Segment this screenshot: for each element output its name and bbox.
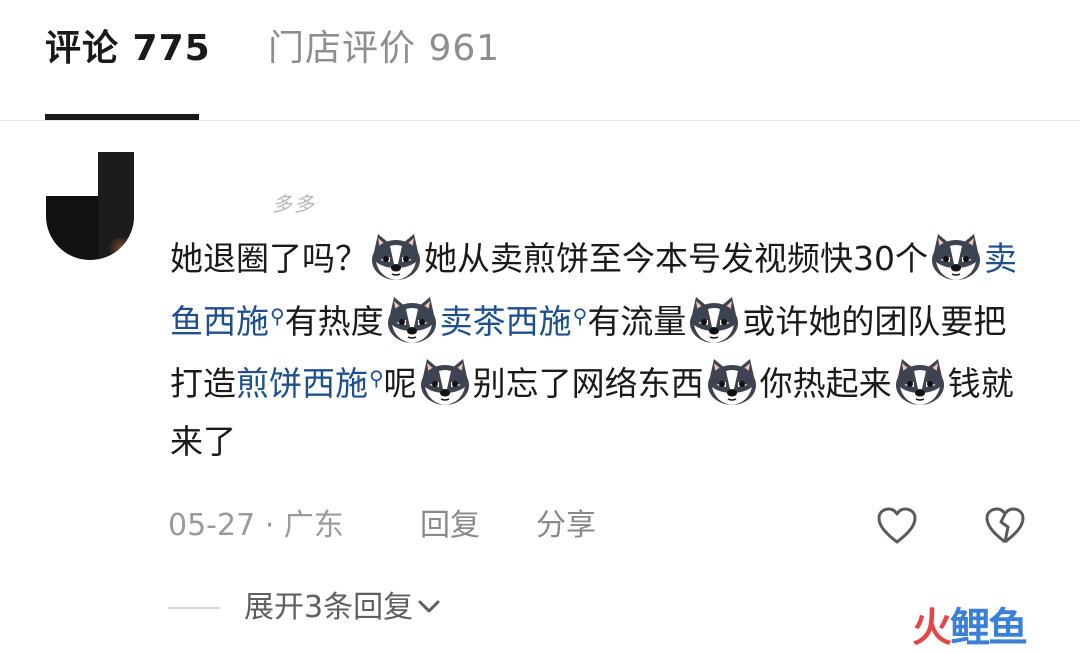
expand-replies-button[interactable]: 展开3条回复	[244, 586, 441, 630]
husky-emoji	[928, 230, 984, 282]
comment-text-segment: 你热起来	[759, 364, 892, 403]
comment-text-segment: 她退圈了吗？	[170, 239, 368, 278]
tab-comments[interactable]: 评论 775	[45, 24, 211, 74]
husky-emoji	[417, 355, 473, 407]
comment-text-segment: 别忘了网络东西	[472, 364, 704, 403]
search-icon: ⚲	[270, 303, 285, 328]
comment-text-segment: 有热度	[284, 301, 384, 341]
watermark-logo: 火鲤鱼	[912, 605, 1028, 651]
username[interactable]: 多多	[272, 188, 316, 217]
divider	[168, 607, 220, 609]
husky-emoji	[686, 293, 742, 345]
husky-emoji	[368, 230, 424, 282]
search-keyword-link[interactable]: 煎饼西施⚲	[236, 364, 384, 403]
tab-store-reviews[interactable]: 门店评价 961	[268, 24, 500, 74]
comment-text: 她退圈了吗？ 她从卖煎饼至今本号发视频快30个 卖鱼西施⚲有热度 卖茶西施⚲有流量 或许…	[170, 230, 1030, 470]
comment-text-segment: 呢	[383, 364, 417, 403]
comment-date-location: 05-27 · 广东	[168, 508, 344, 543]
search-icon: ⚲	[572, 303, 588, 328]
broken-heart-icon[interactable]	[984, 506, 1026, 546]
divider	[0, 120, 1080, 121]
search-icon: ⚲	[369, 366, 384, 390]
search-keyword-link[interactable]: 卖茶西施⚲	[440, 302, 588, 341]
tab-bar: 评论 775 门店评价 961	[0, 0, 1080, 121]
husky-emoji	[384, 293, 440, 345]
husky-emoji	[704, 355, 760, 407]
comment-text-segment: 她从卖煎饼至今本号发视频快30个	[424, 239, 928, 278]
avatar[interactable]	[46, 152, 134, 260]
reply-button[interactable]: 回复	[420, 506, 480, 546]
expand-replies-label: 展开3条回复	[244, 590, 414, 625]
heart-outline-icon[interactable]	[876, 506, 918, 546]
chevron-down-icon	[418, 600, 440, 613]
comment-text-segment: 有流量	[587, 301, 687, 341]
share-button[interactable]: 分享	[536, 506, 596, 546]
husky-emoji	[892, 355, 948, 407]
